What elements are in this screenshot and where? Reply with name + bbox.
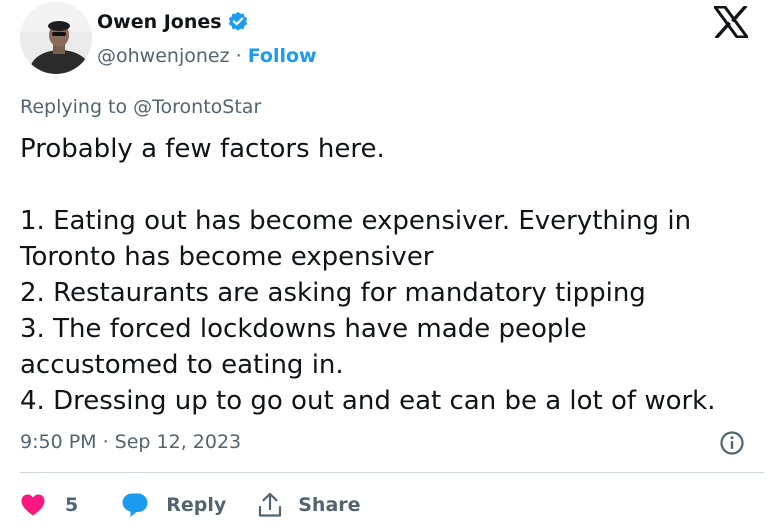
share-button[interactable]: Share bbox=[258, 492, 361, 518]
tweet-line: 4. Dressing up to go out and eat can be … bbox=[20, 386, 716, 416]
tweet-line bbox=[20, 167, 760, 203]
reply-bubble-icon bbox=[122, 493, 148, 517]
tweet-text: Probably a few factors here. 1. Eating o… bbox=[20, 131, 760, 419]
tweet-line: accustomed to eating in. bbox=[20, 350, 344, 380]
tweet-line: 2. Restaurants are asking for mandatory … bbox=[20, 278, 646, 308]
share-label: Share bbox=[298, 494, 361, 516]
like-count: 5 bbox=[65, 494, 79, 516]
author-name[interactable]: Owen Jones bbox=[97, 9, 222, 35]
heart-icon bbox=[21, 494, 45, 516]
avatar-image bbox=[20, 2, 92, 74]
tweet-line: Probably a few factors here. bbox=[20, 134, 385, 164]
x-logo-icon[interactable] bbox=[714, 6, 748, 38]
follow-button[interactable]: Follow bbox=[248, 45, 317, 67]
divider bbox=[20, 472, 764, 473]
reply-label: Reply bbox=[166, 494, 227, 516]
reply-button[interactable]: Reply bbox=[121, 492, 258, 518]
handle-row: @ohwenjonez · Follow bbox=[97, 43, 317, 69]
author-handle[interactable]: @ohwenjonez bbox=[97, 45, 230, 67]
like-button[interactable]: 5 bbox=[20, 493, 121, 517]
tweet-line: 1. Eating out has become expensiver. Eve… bbox=[20, 206, 692, 236]
replying-to: Replying to @TorontoStar bbox=[20, 94, 261, 120]
action-bar: 5 Reply Share bbox=[20, 488, 361, 522]
replying-to-handle[interactable]: @TorontoStar bbox=[133, 96, 261, 118]
handle-separator: · bbox=[235, 45, 242, 67]
tweet-line: 3. The forced lockdowns have made people bbox=[20, 314, 587, 344]
share-icon bbox=[259, 492, 282, 517]
author-name-row[interactable]: Owen Jones bbox=[97, 9, 249, 35]
timestamp[interactable]: 9:50 PM · Sep 12, 2023 bbox=[20, 429, 241, 455]
replying-to-prefix: Replying to bbox=[20, 96, 134, 118]
tweet-line: Toronto has become expensiver bbox=[20, 242, 434, 272]
verified-badge-icon bbox=[228, 11, 247, 31]
info-icon[interactable] bbox=[719, 430, 745, 456]
avatar[interactable] bbox=[20, 2, 92, 74]
